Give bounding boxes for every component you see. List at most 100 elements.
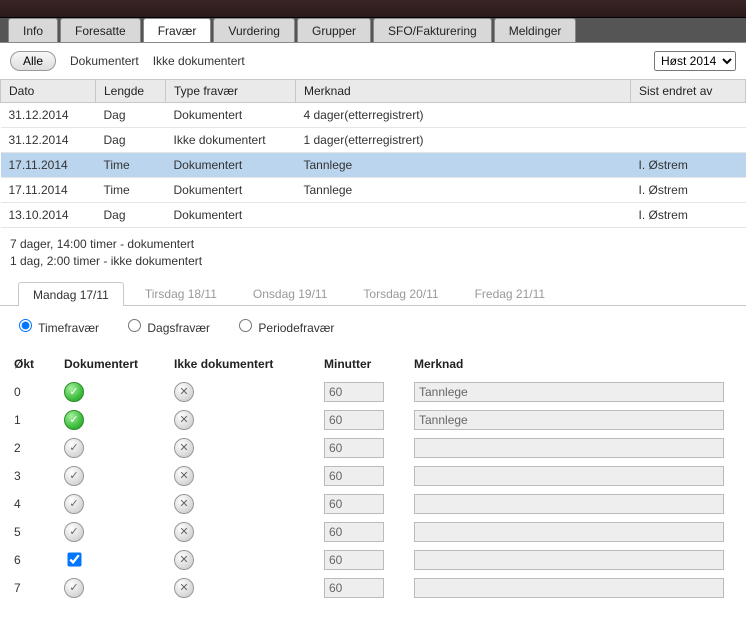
merknad-input[interactable] — [414, 578, 724, 598]
merknad-input[interactable] — [414, 494, 724, 514]
day-tab-3[interactable]: Torsdag 20/11 — [348, 281, 453, 305]
filter-ikke-dokumentert-link[interactable]: Ikke dokumentert — [153, 54, 245, 68]
cell-type: Dokumentert — [166, 203, 296, 228]
merknad-input[interactable] — [414, 466, 724, 486]
cell-dato: 17.11.2014 — [1, 153, 96, 178]
col-sist-endret[interactable]: Sist endret av — [631, 80, 746, 103]
check-grey-icon[interactable]: ✓ — [64, 466, 84, 486]
summary-line1: 7 dager, 14:00 timer - dokumentert — [10, 236, 736, 253]
minutter-input[interactable] — [324, 410, 384, 430]
detail-row: 4✓✕ — [14, 491, 732, 517]
main-tab-grupper[interactable]: Grupper — [297, 18, 371, 42]
merknad-input[interactable] — [414, 522, 724, 542]
minutter-input[interactable] — [324, 382, 384, 402]
col-dato[interactable]: Dato — [1, 80, 96, 103]
minutter-input[interactable] — [324, 494, 384, 514]
okt-cell: 6 — [14, 547, 64, 573]
col-type[interactable]: Type fravær — [166, 80, 296, 103]
detail-row: 5✓✕ — [14, 519, 732, 545]
detail-row: 3✓ ✕ — [14, 463, 732, 489]
detail-col-dok: Dokumentert — [64, 353, 174, 377]
radio-dagsfravaer-input[interactable] — [128, 319, 141, 332]
merknad-input[interactable] — [414, 382, 724, 402]
table-row[interactable]: 17.11.2014TimeDokumentertTannlegeI. Østr… — [1, 178, 746, 203]
check-icon[interactable]: ✓ — [64, 382, 84, 402]
filter-alle-button[interactable]: Alle — [10, 51, 56, 71]
radio-timefravaer-label: Timefravær — [38, 321, 99, 335]
cell-lengde: Dag — [96, 128, 166, 153]
cell-type: Dokumentert — [166, 178, 296, 203]
cross-icon[interactable]: ✕ — [174, 438, 194, 458]
okt-cell: 3 — [14, 463, 64, 489]
cell-sist — [631, 128, 746, 153]
main-tab-info[interactable]: Info — [8, 18, 58, 42]
okt-cell: 2 — [14, 435, 64, 461]
cell-merknad: Tannlege — [296, 178, 631, 203]
detail-col-merk: Merknad — [414, 353, 732, 377]
day-tab-2[interactable]: Onsdag 19/11 — [238, 281, 343, 305]
dokumentert-checkbox[interactable] — [67, 552, 81, 566]
main-tab-vurdering[interactable]: Vurdering — [213, 18, 295, 42]
cell-type: Dokumentert — [166, 103, 296, 128]
cell-sist: I. Østrem — [631, 153, 746, 178]
table-row[interactable]: 13.10.2014DagDokumentertI. Østrem — [1, 203, 746, 228]
main-tab-frav-r[interactable]: Fravær — [143, 18, 212, 42]
table-row[interactable]: 31.12.2014DagIkke dokumentert1 dager(ett… — [1, 128, 746, 153]
merknad-input[interactable] — [414, 550, 724, 570]
cross-icon[interactable]: ✕ — [174, 578, 194, 598]
main-tab-sfo-fakturering[interactable]: SFO/Fakturering — [373, 18, 492, 42]
main-tab-bar: InfoForesatteFraværVurderingGrupperSFO/F… — [0, 18, 746, 43]
radio-timefravaer[interactable]: Timefravær — [14, 316, 99, 335]
cell-merknad: 4 dager(etterregistrert) — [296, 103, 631, 128]
detail-row: 0✓✕ — [14, 379, 732, 405]
col-lengde[interactable]: Lengde — [96, 80, 166, 103]
term-select[interactable]: Høst 2014 — [654, 51, 736, 71]
merknad-input[interactable] — [414, 438, 724, 458]
day-tab-0[interactable]: Mandag 17/11 — [18, 282, 124, 306]
main-tab-meldinger[interactable]: Meldinger — [494, 18, 577, 42]
cell-lengde: Time — [96, 178, 166, 203]
detail-col-okt: Økt — [14, 353, 64, 377]
detail-row: 2✓ ✕ — [14, 435, 732, 461]
col-merknad[interactable]: Merknad — [296, 80, 631, 103]
day-tab-bar: Mandag 17/11Tirsdag 18/11Onsdag 19/11Tor… — [0, 280, 746, 306]
minutter-input[interactable] — [324, 578, 384, 598]
cell-dato: 13.10.2014 — [1, 203, 96, 228]
table-row[interactable]: 17.11.2014TimeDokumentertTannlegeI. Østr… — [1, 153, 746, 178]
detail-row: 7✓✕ — [14, 575, 732, 601]
minutter-input[interactable] — [324, 522, 384, 542]
radio-dagsfravaer-label: Dagsfravær — [147, 321, 210, 335]
check-grey-icon[interactable]: ✓ — [64, 438, 84, 458]
cross-icon[interactable]: ✕ — [174, 550, 194, 570]
radio-periodefravaer-input[interactable] — [239, 319, 252, 332]
radio-dagsfravaer[interactable]: Dagsfravær — [123, 316, 210, 335]
window-top-bar — [0, 0, 746, 18]
cell-lengde: Time — [96, 153, 166, 178]
day-tab-1[interactable]: Tirsdag 18/11 — [130, 281, 232, 305]
cross-icon[interactable]: ✕ — [174, 522, 194, 542]
cross-icon[interactable]: ✕ — [174, 382, 194, 402]
check-grey-icon[interactable]: ✓ — [64, 522, 84, 542]
filter-dokumentert-link[interactable]: Dokumentert — [70, 54, 139, 68]
minutter-input[interactable] — [324, 466, 384, 486]
day-tab-4[interactable]: Fredag 21/11 — [460, 281, 561, 305]
main-tab-foresatte[interactable]: Foresatte — [60, 18, 141, 42]
radio-periodefravaer[interactable]: Periodefravær — [234, 316, 334, 335]
detail-row: 1✓✕ — [14, 407, 732, 433]
minutter-input[interactable] — [324, 550, 384, 570]
filter-bar: Alle Dokumentert Ikke dokumentert Høst 2… — [0, 43, 746, 79]
cross-icon[interactable]: ✕ — [174, 494, 194, 514]
cell-dato: 17.11.2014 — [1, 178, 96, 203]
check-grey-icon[interactable]: ✓ — [64, 494, 84, 514]
table-row[interactable]: 31.12.2014DagDokumentert4 dager(etterreg… — [1, 103, 746, 128]
merknad-input[interactable] — [414, 410, 724, 430]
check-grey-icon[interactable]: ✓ — [64, 578, 84, 598]
cross-icon[interactable]: ✕ — [174, 466, 194, 486]
minutter-input[interactable] — [324, 438, 384, 458]
radio-timefravaer-input[interactable] — [19, 319, 32, 332]
absence-type-radios: Timefravær Dagsfravær Periodefravær — [0, 306, 746, 345]
check-icon[interactable]: ✓ — [64, 410, 84, 430]
cell-merknad — [296, 203, 631, 228]
cross-icon[interactable]: ✕ — [174, 410, 194, 430]
cell-sist: I. Østrem — [631, 203, 746, 228]
